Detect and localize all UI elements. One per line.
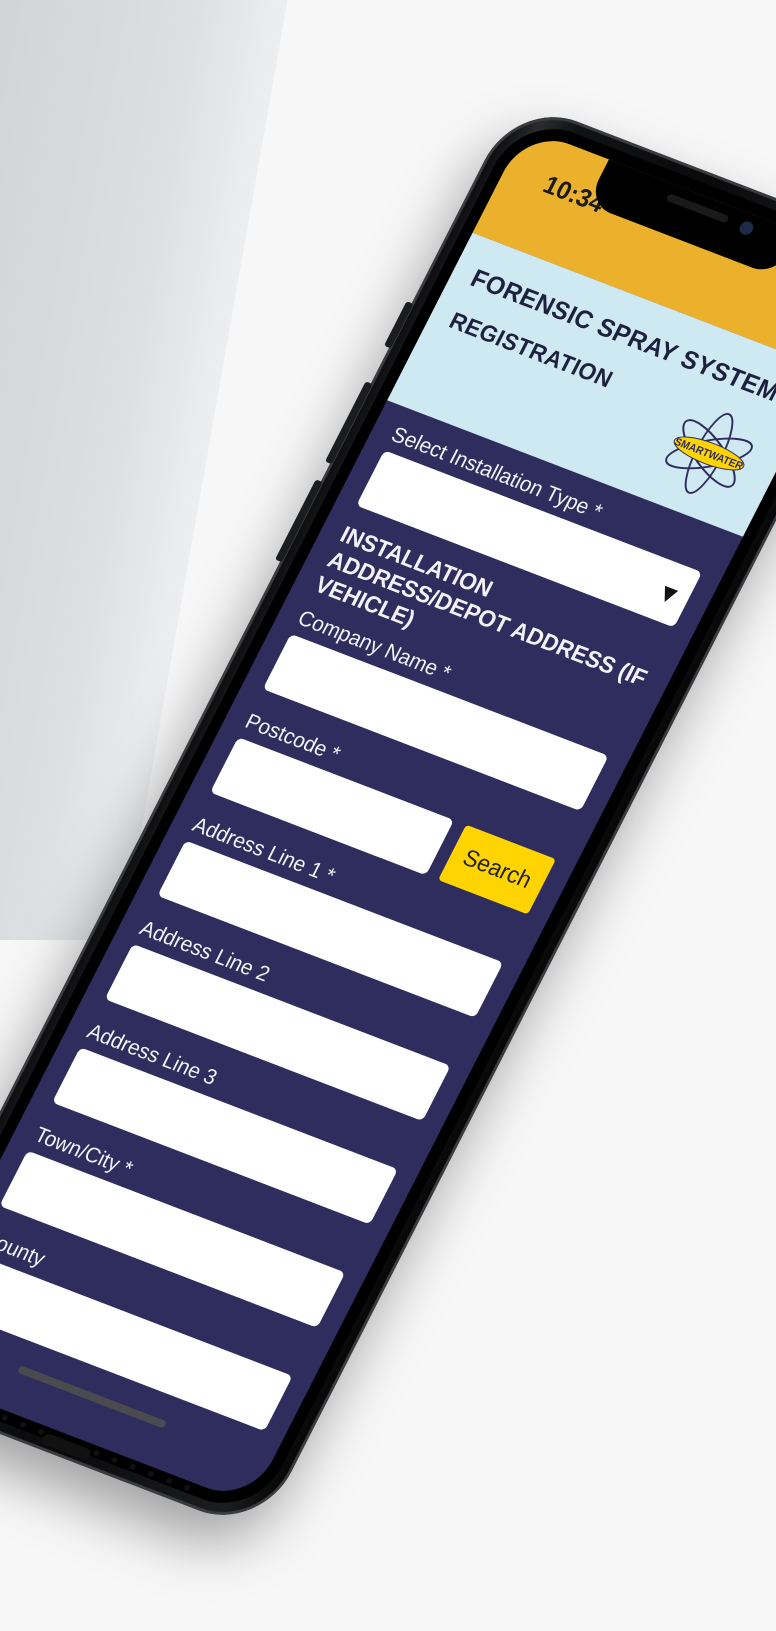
front-camera (737, 219, 756, 237)
dropdown-caret-icon: ▼ (656, 580, 682, 607)
smartwater-logo: SMARTWATER (641, 390, 776, 517)
